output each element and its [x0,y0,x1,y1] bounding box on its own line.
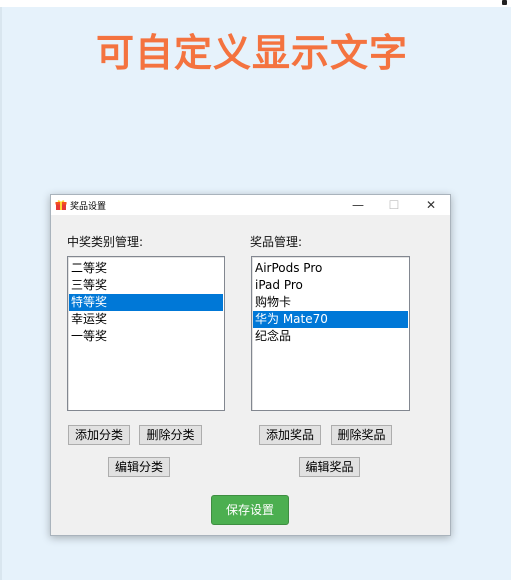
close-icon[interactable] [502,0,507,5]
category-item[interactable]: 三等奖 [68,277,224,294]
prize-item[interactable]: iPad Pro [252,277,409,294]
category-item[interactable]: 幸运奖 [68,311,224,328]
add-prize-button[interactable]: 添加奖品 [259,425,321,445]
prize-item-selected[interactable]: 华为 Mate70 [253,311,408,328]
maximize-button[interactable]: ☐ [377,195,411,215]
category-label: 中奖类别管理: [67,235,144,249]
delete-category-button[interactable]: 删除分类 [139,425,202,445]
edge-line [0,7,2,580]
category-item[interactable]: 一等奖 [68,328,224,345]
add-category-button[interactable]: 添加分类 [68,425,130,445]
prize-settings-dialog: 奖品设置 — ☐ ✕ 中奖类别管理: 奖品管理: 二等奖 三等奖 特等奖 幸运奖… [50,194,451,536]
close-button[interactable]: ✕ [414,195,448,215]
category-item[interactable]: 二等奖 [68,260,224,277]
top-strip [0,0,511,7]
dialog-title: 奖品设置 [70,202,107,212]
prize-item[interactable]: 纪念品 [252,328,409,345]
edit-category-button[interactable]: 编辑分类 [108,457,170,477]
delete-prize-button[interactable]: 删除奖品 [331,425,392,445]
headline-text: 可自定义显示文字 [96,31,409,75]
prize-item[interactable]: AirPods Pro [252,260,409,277]
category-item-selected[interactable]: 特等奖 [69,294,223,311]
save-settings-button[interactable]: 保存设置 [211,495,289,525]
gift-icon [55,200,67,210]
category-listbox[interactable]: 二等奖 三等奖 特等奖 幸运奖 一等奖 [67,256,225,411]
title-bar[interactable]: 奖品设置 — ☐ ✕ [51,195,450,215]
prize-label: 奖品管理: [250,235,303,249]
prize-item[interactable]: 购物卡 [252,294,409,311]
prize-listbox[interactable]: AirPods Pro iPad Pro 购物卡 华为 Mate70 纪念品 [251,256,410,411]
edit-prize-button[interactable]: 编辑奖品 [299,457,360,477]
minimize-button[interactable]: — [341,195,375,215]
